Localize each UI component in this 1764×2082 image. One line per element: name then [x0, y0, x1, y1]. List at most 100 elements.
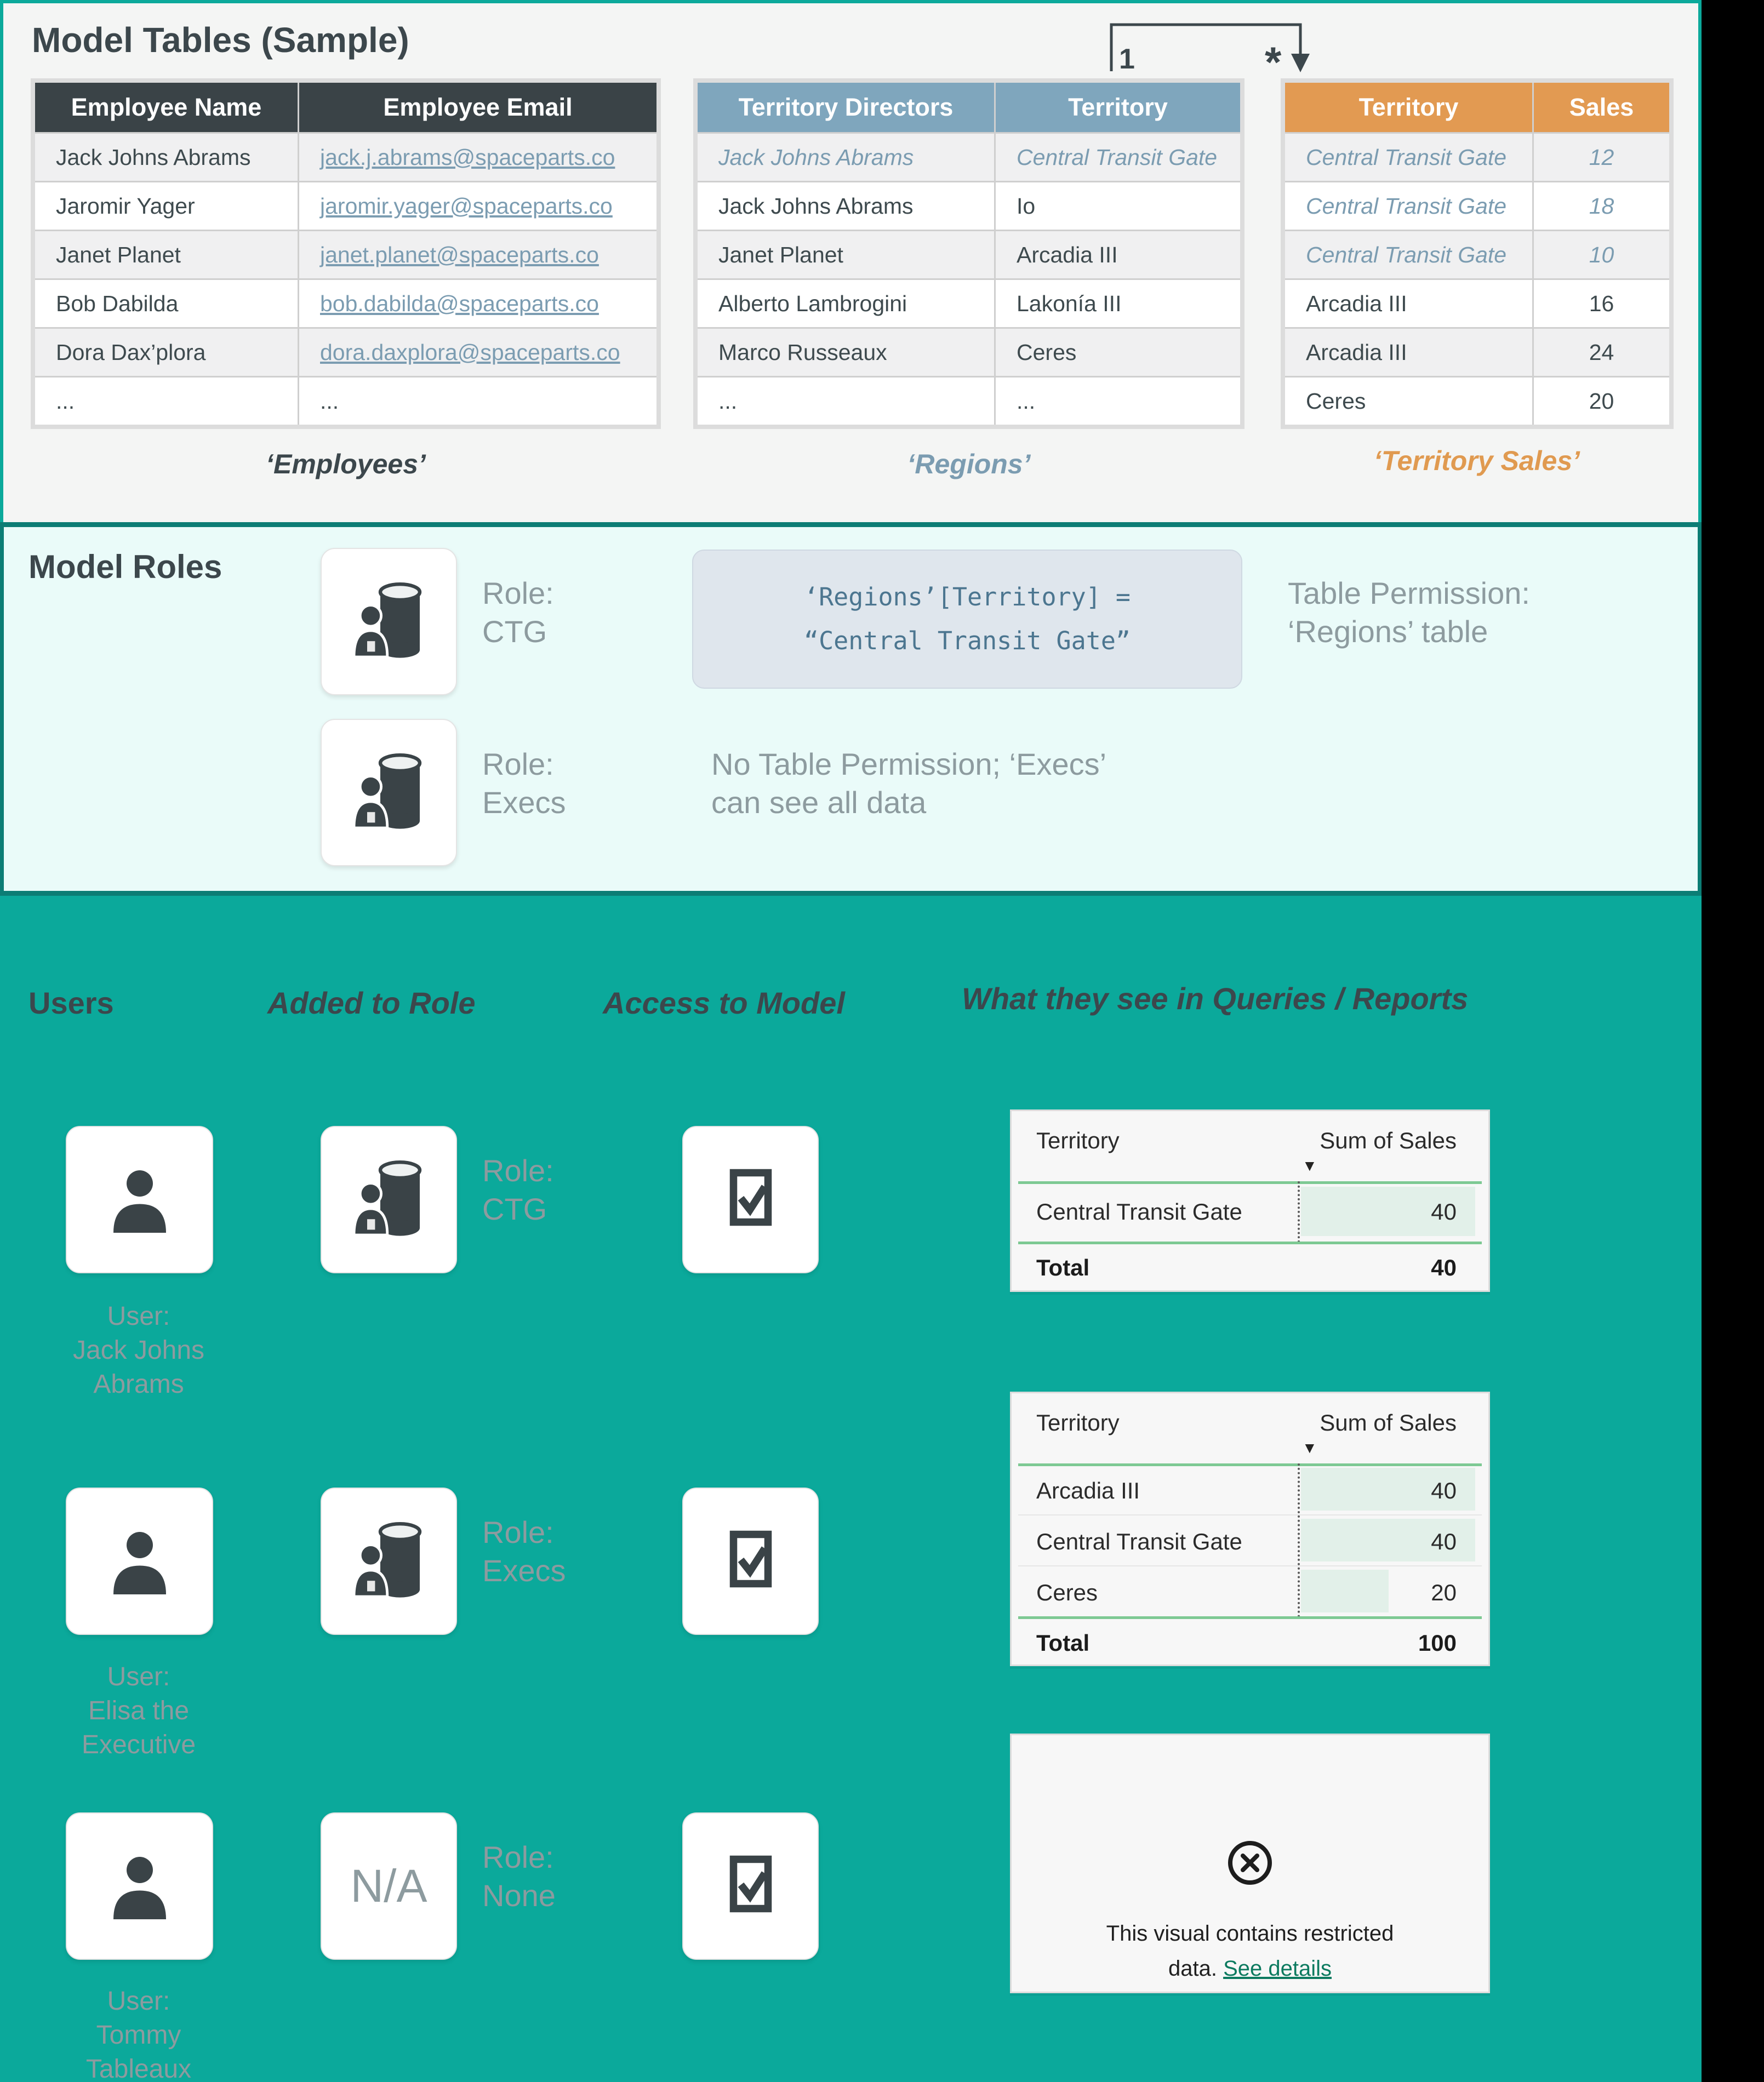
no-permission-note: No Table Permission; ‘Execs’ can see all…: [711, 745, 1106, 822]
report-row-label: Central Transit Gate: [1036, 1529, 1242, 1555]
sales-value-cell: 24: [1534, 329, 1669, 376]
employee-email-cell: ...: [299, 377, 656, 425]
sales-value-cell: 18: [1534, 182, 1669, 230]
report-visual-ctg: Territory Sum of Sales ▼ Central Transit…: [1010, 1109, 1490, 1292]
region-director-cell: Marco Russeaux: [698, 329, 994, 376]
data-bar: [1301, 1570, 1389, 1612]
restricted-message-line2: data. See details: [1012, 1957, 1488, 1981]
region-director-cell: Janet Planet: [698, 231, 994, 278]
employee-name-cell: ...: [35, 377, 298, 425]
report-column-divider: [1298, 1181, 1300, 1243]
employee-name-cell: Janet Planet: [35, 231, 298, 278]
report-visual-execs: Territory Sum of Sales ▼ Arcadia III 40 …: [1010, 1392, 1490, 1666]
role-na-card: N/A: [321, 1812, 457, 1960]
report-divider: [1018, 1616, 1482, 1619]
report-row-label: Arcadia III: [1036, 1478, 1140, 1504]
report-row-value: 20: [1431, 1580, 1457, 1606]
employee-email-link[interactable]: jack.j.abrams@spaceparts.co: [299, 134, 656, 181]
regions-col-header: Territory Directors: [698, 83, 994, 132]
sales-territory-cell: Arcadia III: [1285, 329, 1532, 376]
row-role-label: Role: Execs: [482, 1513, 566, 1590]
user-card: [66, 1488, 213, 1635]
report-row-value: 40: [1431, 1199, 1457, 1225]
employee-name-cell: Bob Dabilda: [35, 280, 298, 327]
sort-descending-icon[interactable]: ▼: [1302, 1439, 1317, 1457]
employee-email-link[interactable]: jaromir.yager@spaceparts.co: [299, 182, 656, 230]
sales-value-cell: 20: [1534, 377, 1669, 425]
role-execs-card: [321, 719, 457, 866]
report-row-label: Ceres: [1036, 1580, 1098, 1606]
report-col-sum-of-sales[interactable]: Sum of Sales: [1320, 1128, 1457, 1154]
user-name-label: User: Jack Johns Abrams: [73, 1300, 204, 1402]
row-role-label: Role: None: [482, 1838, 556, 1915]
regions-table-caption: ‘Regions’: [907, 448, 1030, 480]
column-header-added-to-role: Added to Role: [267, 985, 476, 1021]
page-frame: Model Tables (Sample) Employee Name Empl…: [0, 0, 1702, 2082]
sales-territory-cell: Central Transit Gate: [1285, 182, 1532, 230]
report-row-label: Central Transit Gate: [1036, 1199, 1242, 1225]
role-icon: [345, 578, 433, 666]
region-territory-cell: Arcadia III: [996, 231, 1240, 278]
report-row-separator: [1018, 1514, 1482, 1515]
person-icon: [99, 1159, 181, 1241]
region-director-cell: Alberto Lambrogini: [698, 280, 994, 327]
territory-sales-table: Territory Sales Central Transit Gate12 C…: [1281, 78, 1674, 429]
checkbox-checked-icon[interactable]: [710, 1159, 792, 1241]
checkbox-checked-icon[interactable]: [710, 1520, 792, 1603]
column-header-what-they-see: What they see in Queries / Reports: [962, 981, 1468, 1016]
report-col-sum-of-sales[interactable]: Sum of Sales: [1320, 1410, 1457, 1436]
sales-col-header: Territory: [1285, 83, 1532, 132]
user-name-label: User: Tommy Tableaux: [86, 1984, 191, 2082]
employees-table: Employee Name Employee Email Jack Johns …: [31, 78, 661, 429]
user-card: [66, 1812, 213, 1960]
report-divider: [1018, 1463, 1482, 1466]
sales-territory-cell: Arcadia III: [1285, 280, 1532, 327]
column-header-access-to-model: Access to Model: [603, 985, 845, 1021]
sort-descending-icon[interactable]: ▼: [1302, 1157, 1317, 1175]
row-role-label: Role: CTG: [482, 1152, 554, 1228]
sales-value-cell: 16: [1534, 280, 1669, 327]
region-territory-cell: Ceres: [996, 329, 1240, 376]
report-total-label: Total: [1036, 1630, 1089, 1656]
relationship-one-label: 1: [1119, 43, 1135, 76]
sales-territory-cell: Central Transit Gate: [1285, 134, 1532, 181]
rls-diagram: Model Tables (Sample) Employee Name Empl…: [0, 0, 1764, 2082]
employee-email-link[interactable]: janet.planet@spaceparts.co: [299, 231, 656, 278]
role-ctg-card: [321, 1126, 457, 1273]
employee-name-cell: Jack Johns Abrams: [35, 134, 298, 181]
sales-territory-cell: Central Transit Gate: [1285, 231, 1532, 278]
region-director-cell: Jack Johns Abrams: [698, 182, 994, 230]
sales-value-cell: 10: [1534, 231, 1669, 278]
regions-table: Territory Directors Territory Jack Johns…: [693, 78, 1244, 429]
report-divider: [1018, 1242, 1482, 1244]
see-details-link[interactable]: See details: [1223, 1957, 1332, 1981]
report-row-value: 40: [1431, 1478, 1457, 1504]
report-row-value: 40: [1431, 1529, 1457, 1555]
user-card: [66, 1126, 213, 1273]
role-execs-label: Role: Execs: [482, 745, 566, 822]
report-col-territory: Territory: [1036, 1128, 1120, 1154]
report-total-value: 40: [1431, 1255, 1457, 1281]
employee-name-cell: Jaromir Yager: [35, 182, 298, 230]
table-permission-note: Table Permission: ‘Regions’ table: [1288, 574, 1530, 651]
report-col-territory: Territory: [1036, 1410, 1120, 1436]
employee-email-link[interactable]: dora.daxplora@spaceparts.co: [299, 329, 656, 376]
report-row-separator: [1018, 1565, 1482, 1566]
report-total-value: 100: [1418, 1630, 1457, 1656]
relationship-many-label: *: [1265, 37, 1281, 87]
region-territory-cell: ...: [996, 377, 1240, 425]
role-execs-card: [321, 1488, 457, 1635]
section-title-model-roles: Model Roles: [28, 548, 222, 586]
employee-name-cell: Dora Dax’plora: [35, 329, 298, 376]
region-director-cell: ...: [698, 377, 994, 425]
role-icon: [345, 1156, 433, 1244]
employee-email-link[interactable]: bob.dabilda@spaceparts.co: [299, 280, 656, 327]
employees-col-header: Employee Email: [299, 83, 656, 132]
report-visual-restricted: This visual contains restricted data. Se…: [1010, 1734, 1490, 1993]
user-name-label: User: Elisa the Executive: [82, 1660, 196, 1762]
region-director-cell: Jack Johns Abrams: [698, 134, 994, 181]
checkbox-checked-icon[interactable]: [710, 1845, 792, 1927]
region-territory-cell: Lakonía III: [996, 280, 1240, 327]
sales-value-cell: 12: [1534, 134, 1669, 181]
person-icon: [99, 1520, 181, 1603]
